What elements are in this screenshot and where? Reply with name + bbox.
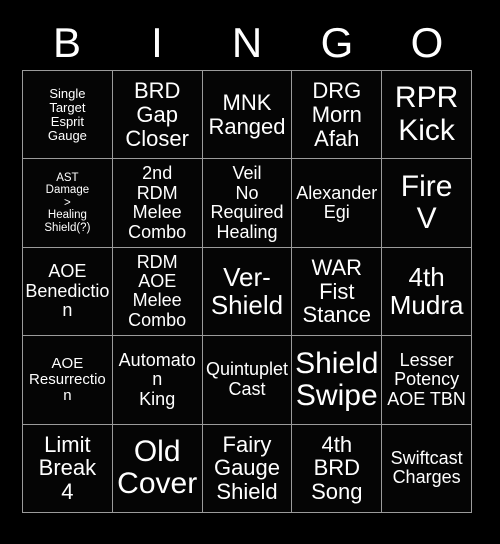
bingo-cell-label: Limit Break 4 bbox=[38, 431, 97, 505]
bingo-grid: Single Target Esprit Gauge BRD Gap Closer… bbox=[22, 70, 472, 513]
bingo-cell[interactable]: Automaton King bbox=[112, 336, 202, 424]
bingo-cell[interactable]: Swiftcast Charges bbox=[382, 424, 471, 512]
bingo-cell-label: Lesser Potency AOE TBN bbox=[387, 349, 466, 409]
bingo-cell-label: Ver- Shield bbox=[210, 262, 284, 321]
bingo-cell-label: 4th Mudra bbox=[389, 262, 464, 321]
bingo-header-letter: G bbox=[320, 19, 354, 66]
bingo-cell[interactable]: Shield Swipe bbox=[292, 336, 382, 424]
bingo-cell[interactable]: Fairy Gauge Shield bbox=[202, 424, 292, 512]
bingo-cell-label: DRG Morn Afah bbox=[311, 78, 362, 151]
bingo-cell-label: Old Cover bbox=[117, 434, 198, 501]
bingo-cell[interactable]: 2nd RDM Melee Combo bbox=[112, 159, 202, 247]
bingo-cell-label: AST Damage > Healing Shield(?) bbox=[44, 172, 91, 234]
bingo-cell[interactable]: MNK Ranged bbox=[202, 71, 292, 159]
bingo-cell-label: RDM AOE Melee Combo bbox=[128, 251, 187, 330]
bingo-cell[interactable]: DRG Morn Afah bbox=[292, 71, 382, 159]
bingo-cell[interactable]: Veil No Required Healing bbox=[202, 159, 292, 247]
bingo-cell-label: Single Target Esprit Gauge bbox=[47, 85, 87, 143]
bingo-cell[interactable]: BRD Gap Closer bbox=[112, 71, 202, 159]
bingo-cell[interactable]: AOE Resurrection bbox=[23, 336, 112, 424]
bingo-cell[interactable]: Quintuplet Cast bbox=[202, 336, 292, 424]
bingo-cell[interactable]: 4th Mudra bbox=[382, 247, 471, 336]
bingo-cell-label: AOE Resurrection bbox=[29, 354, 106, 404]
bingo-cell-label: 2nd RDM Melee Combo bbox=[128, 163, 187, 242]
bingo-cell[interactable]: RDM AOE Melee Combo bbox=[112, 247, 202, 336]
bingo-cell[interactable]: 4th BRD Song bbox=[292, 424, 382, 512]
bingo-cell[interactable]: RPR Kick bbox=[382, 71, 471, 159]
bingo-cell-label: Fire V bbox=[400, 169, 453, 236]
bingo-cell-label: Veil No Required Healing bbox=[210, 163, 284, 242]
bingo-cell[interactable]: Single Target Esprit Gauge bbox=[23, 71, 112, 159]
bingo-cell-label: Quintuplet Cast bbox=[205, 359, 289, 399]
bingo-cell-label: Alexander Egi bbox=[296, 182, 378, 223]
bingo-cell-label: AOE Benediction bbox=[25, 261, 110, 321]
bingo-cell-label: Swiftcast Charges bbox=[390, 447, 463, 488]
bingo-cell-label: 4th BRD Song bbox=[311, 431, 363, 505]
bingo-cell-label: Shield Swipe bbox=[295, 346, 379, 412]
bingo-cell-label: MNK Ranged bbox=[208, 89, 286, 139]
bingo-card: B I N G O Single Target Esprit Gauge BRD Gap … bbox=[0, 0, 500, 544]
bingo-cell-label: Automaton King bbox=[118, 349, 196, 409]
bingo-cell-label: RPR Kick bbox=[394, 81, 459, 147]
bingo-header: BINGO bbox=[22, 16, 472, 70]
bingo-header-letter: O bbox=[410, 19, 444, 66]
bingo-cell-label: WAR Fist Stance bbox=[302, 254, 372, 328]
bingo-cell[interactable]: AOE Benediction bbox=[23, 247, 112, 336]
bingo-cell[interactable]: Limit Break 4 bbox=[23, 424, 112, 512]
bingo-cell[interactable]: Fire V bbox=[382, 159, 471, 247]
bingo-cell[interactable]: WAR Fist Stance bbox=[292, 247, 382, 336]
bingo-cell-label: BRD Gap Closer bbox=[125, 78, 189, 151]
bingo-cell[interactable]: Old Cover bbox=[112, 424, 202, 512]
bingo-cell[interactable]: Alexander Egi bbox=[292, 159, 382, 247]
bingo-cell[interactable]: Ver- Shield bbox=[202, 247, 292, 336]
bingo-header-letter: N bbox=[231, 19, 263, 66]
bingo-cell-label: Fairy Gauge Shield bbox=[213, 431, 281, 505]
bingo-cell[interactable]: AST Damage > Healing Shield(?) bbox=[23, 159, 112, 247]
bingo-cell[interactable]: Lesser Potency AOE TBN bbox=[382, 336, 471, 424]
bingo-header-letter: B bbox=[52, 19, 81, 66]
bingo-header-letter: I bbox=[151, 19, 163, 66]
